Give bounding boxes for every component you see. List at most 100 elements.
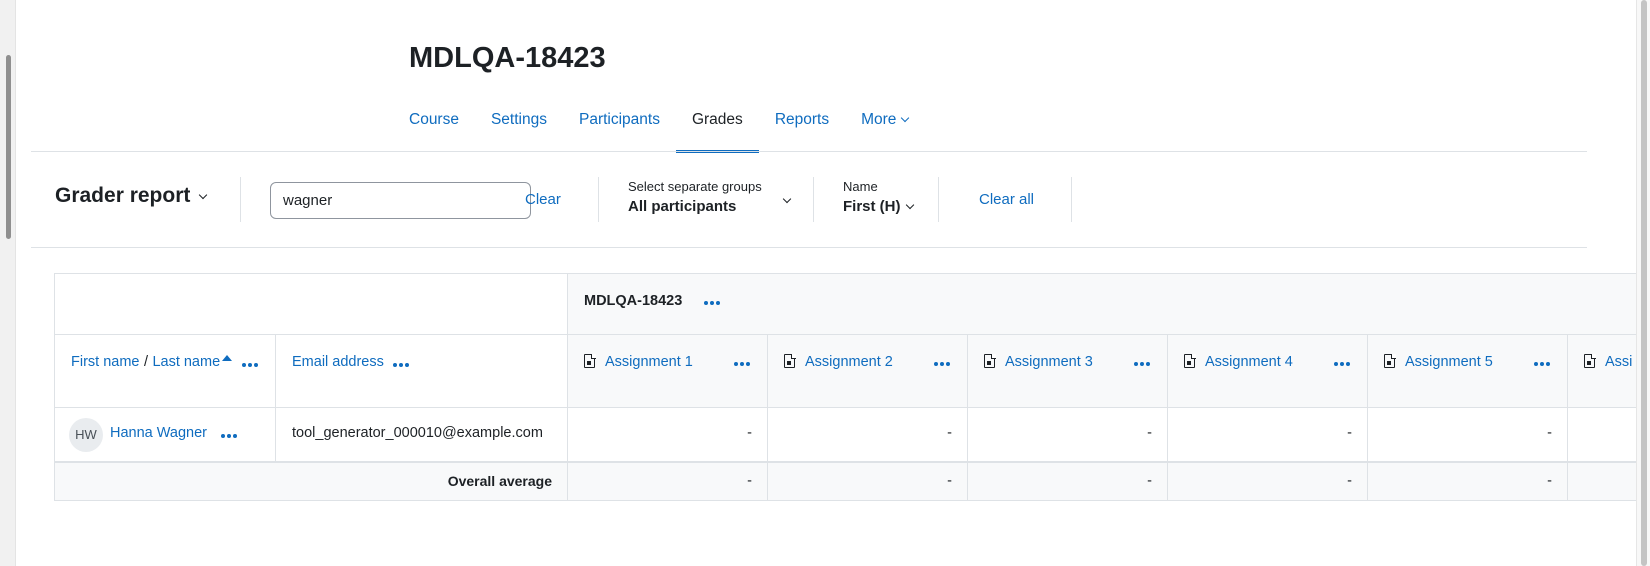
grader-toolbar: Grader report Clear Select separate grou… bbox=[31, 152, 1587, 248]
category-actions-icon[interactable] bbox=[704, 300, 720, 306]
tab-settings[interactable]: Settings bbox=[475, 104, 563, 152]
average-cell: - bbox=[568, 462, 768, 501]
assignment-icon bbox=[1384, 353, 1396, 368]
category-title: MDLQA-18423 bbox=[584, 293, 683, 309]
group-selector-value: All participants bbox=[628, 198, 737, 215]
sort-ascending-icon bbox=[222, 355, 233, 361]
name-column-actions-icon[interactable] bbox=[242, 362, 258, 368]
grade-cell[interactable]: - bbox=[1368, 408, 1568, 462]
overall-average-label-cell: Overall average bbox=[55, 462, 568, 501]
assignment-column-header: Assignment 3 bbox=[968, 335, 1168, 408]
left-scrollbar-thumb[interactable] bbox=[6, 55, 11, 239]
name-filter[interactable]: Name First (H) bbox=[843, 179, 923, 219]
assignment-column-header: Assignment 1 bbox=[568, 335, 768, 408]
report-title: Grader report bbox=[55, 184, 191, 207]
tab-participants[interactable]: Participants bbox=[563, 104, 676, 152]
grade-cell[interactable]: - bbox=[1168, 408, 1368, 462]
clear-search-button[interactable]: Clear bbox=[525, 191, 561, 208]
name-filter-value: First (H) bbox=[843, 198, 901, 215]
empty-header-cell bbox=[55, 274, 568, 335]
assignment-actions-icon[interactable] bbox=[1134, 361, 1150, 367]
toolbar-divider bbox=[598, 177, 599, 222]
email-column-actions-icon[interactable] bbox=[393, 362, 409, 368]
name-filter-label: Name bbox=[843, 179, 878, 194]
name-separator: / bbox=[143, 354, 148, 370]
grade-value: - bbox=[1147, 425, 1152, 441]
grade-cell[interactable] bbox=[1568, 408, 1636, 462]
student-name-link[interactable]: Hanna Wagner bbox=[110, 425, 207, 441]
category-header: MDLQA-18423 bbox=[568, 274, 1636, 335]
assignment-icon bbox=[784, 353, 796, 368]
assignment-column-header: Assignment 2 bbox=[768, 335, 968, 408]
sort-last-name-link[interactable]: Last name bbox=[152, 354, 220, 370]
toolbar-divider bbox=[813, 177, 814, 222]
tab-reports[interactable]: Reports bbox=[759, 104, 845, 152]
report-selector[interactable]: Grader report bbox=[55, 184, 208, 208]
assignment-actions-icon[interactable] bbox=[734, 361, 750, 367]
average-value: - bbox=[747, 473, 752, 489]
assignment-column-header: Assi bbox=[1568, 335, 1636, 408]
course-nav: Course Settings Participants Grades Repo… bbox=[393, 104, 924, 153]
avatar: HW bbox=[69, 418, 103, 452]
average-cell: - bbox=[968, 462, 1168, 501]
chevron-down-icon bbox=[199, 190, 208, 200]
average-cell: - bbox=[768, 462, 968, 501]
search-input[interactable] bbox=[270, 182, 531, 219]
table-row-name-cell: HW Hanna Wagner bbox=[55, 408, 276, 462]
assignment-link[interactable]: Assignment 3 bbox=[1005, 354, 1093, 370]
average-cell: - bbox=[1368, 462, 1568, 501]
assignment-actions-icon[interactable] bbox=[1534, 361, 1550, 367]
assignment-icon bbox=[1584, 353, 1596, 368]
assignment-actions-icon[interactable] bbox=[934, 361, 950, 367]
group-selector-label: Select separate groups bbox=[628, 179, 762, 194]
tab-more[interactable]: More bbox=[845, 104, 924, 152]
tab-grades[interactable]: Grades bbox=[675, 104, 759, 153]
toolbar-divider bbox=[938, 177, 939, 222]
clear-all-button[interactable]: Clear all bbox=[979, 191, 1034, 208]
group-selector[interactable]: Select separate groups All participants bbox=[628, 179, 798, 219]
grade-cell[interactable]: - bbox=[768, 408, 968, 462]
chevron-down-icon bbox=[905, 200, 914, 210]
assignment-link[interactable]: Assi bbox=[1605, 354, 1632, 370]
average-value: - bbox=[947, 473, 952, 489]
email-column-header: Email address bbox=[276, 335, 568, 408]
average-value: - bbox=[1347, 473, 1352, 489]
assignment-icon bbox=[584, 353, 596, 368]
toolbar-divider bbox=[240, 177, 241, 222]
assignment-icon bbox=[984, 353, 996, 368]
grade-cell[interactable]: - bbox=[568, 408, 768, 462]
grade-value: - bbox=[947, 425, 952, 441]
average-cell: - bbox=[1168, 462, 1368, 501]
assignment-link[interactable]: Assignment 2 bbox=[805, 354, 893, 370]
sort-first-name-link[interactable]: First name bbox=[71, 354, 140, 370]
name-column-header: First name / Last name bbox=[55, 335, 276, 408]
assignment-column-header: Assignment 4 bbox=[1168, 335, 1368, 408]
assignment-link[interactable]: Assignment 5 bbox=[1405, 354, 1493, 370]
student-actions-icon[interactable] bbox=[221, 433, 237, 439]
toolbar-divider bbox=[1071, 177, 1072, 222]
average-cell bbox=[1568, 462, 1636, 501]
right-scrollbar[interactable] bbox=[1636, 0, 1650, 566]
grader-table: MDLQA-18423 First name / Last name Email… bbox=[54, 273, 1636, 501]
left-scrollbar[interactable] bbox=[0, 0, 16, 566]
page-title: MDLQA-18423 bbox=[409, 42, 606, 74]
chevron-down-icon bbox=[901, 113, 910, 123]
email-column-link[interactable]: Email address bbox=[292, 354, 384, 370]
assignment-link[interactable]: Assignment 4 bbox=[1205, 354, 1293, 370]
tab-course[interactable]: Course bbox=[393, 104, 475, 152]
tab-more-label: More bbox=[861, 111, 897, 128]
grade-cell[interactable]: - bbox=[968, 408, 1168, 462]
assignment-icon bbox=[1184, 353, 1196, 368]
grade-value: - bbox=[747, 425, 752, 441]
table-row-email-cell: tool_generator_000010@example.com bbox=[276, 408, 568, 462]
average-value: - bbox=[1147, 473, 1152, 489]
assignment-column-header: Assignment 5 bbox=[1368, 335, 1568, 408]
overall-average-label: Overall average bbox=[447, 473, 552, 489]
student-email: tool_generator_000010@example.com bbox=[292, 425, 543, 441]
right-scrollbar-thumb[interactable] bbox=[1641, 0, 1647, 566]
assignment-actions-icon[interactable] bbox=[1334, 361, 1350, 367]
assignment-link[interactable]: Assignment 1 bbox=[605, 354, 693, 370]
grade-value: - bbox=[1347, 425, 1352, 441]
average-value: - bbox=[1547, 473, 1552, 489]
grade-value: - bbox=[1547, 425, 1552, 441]
